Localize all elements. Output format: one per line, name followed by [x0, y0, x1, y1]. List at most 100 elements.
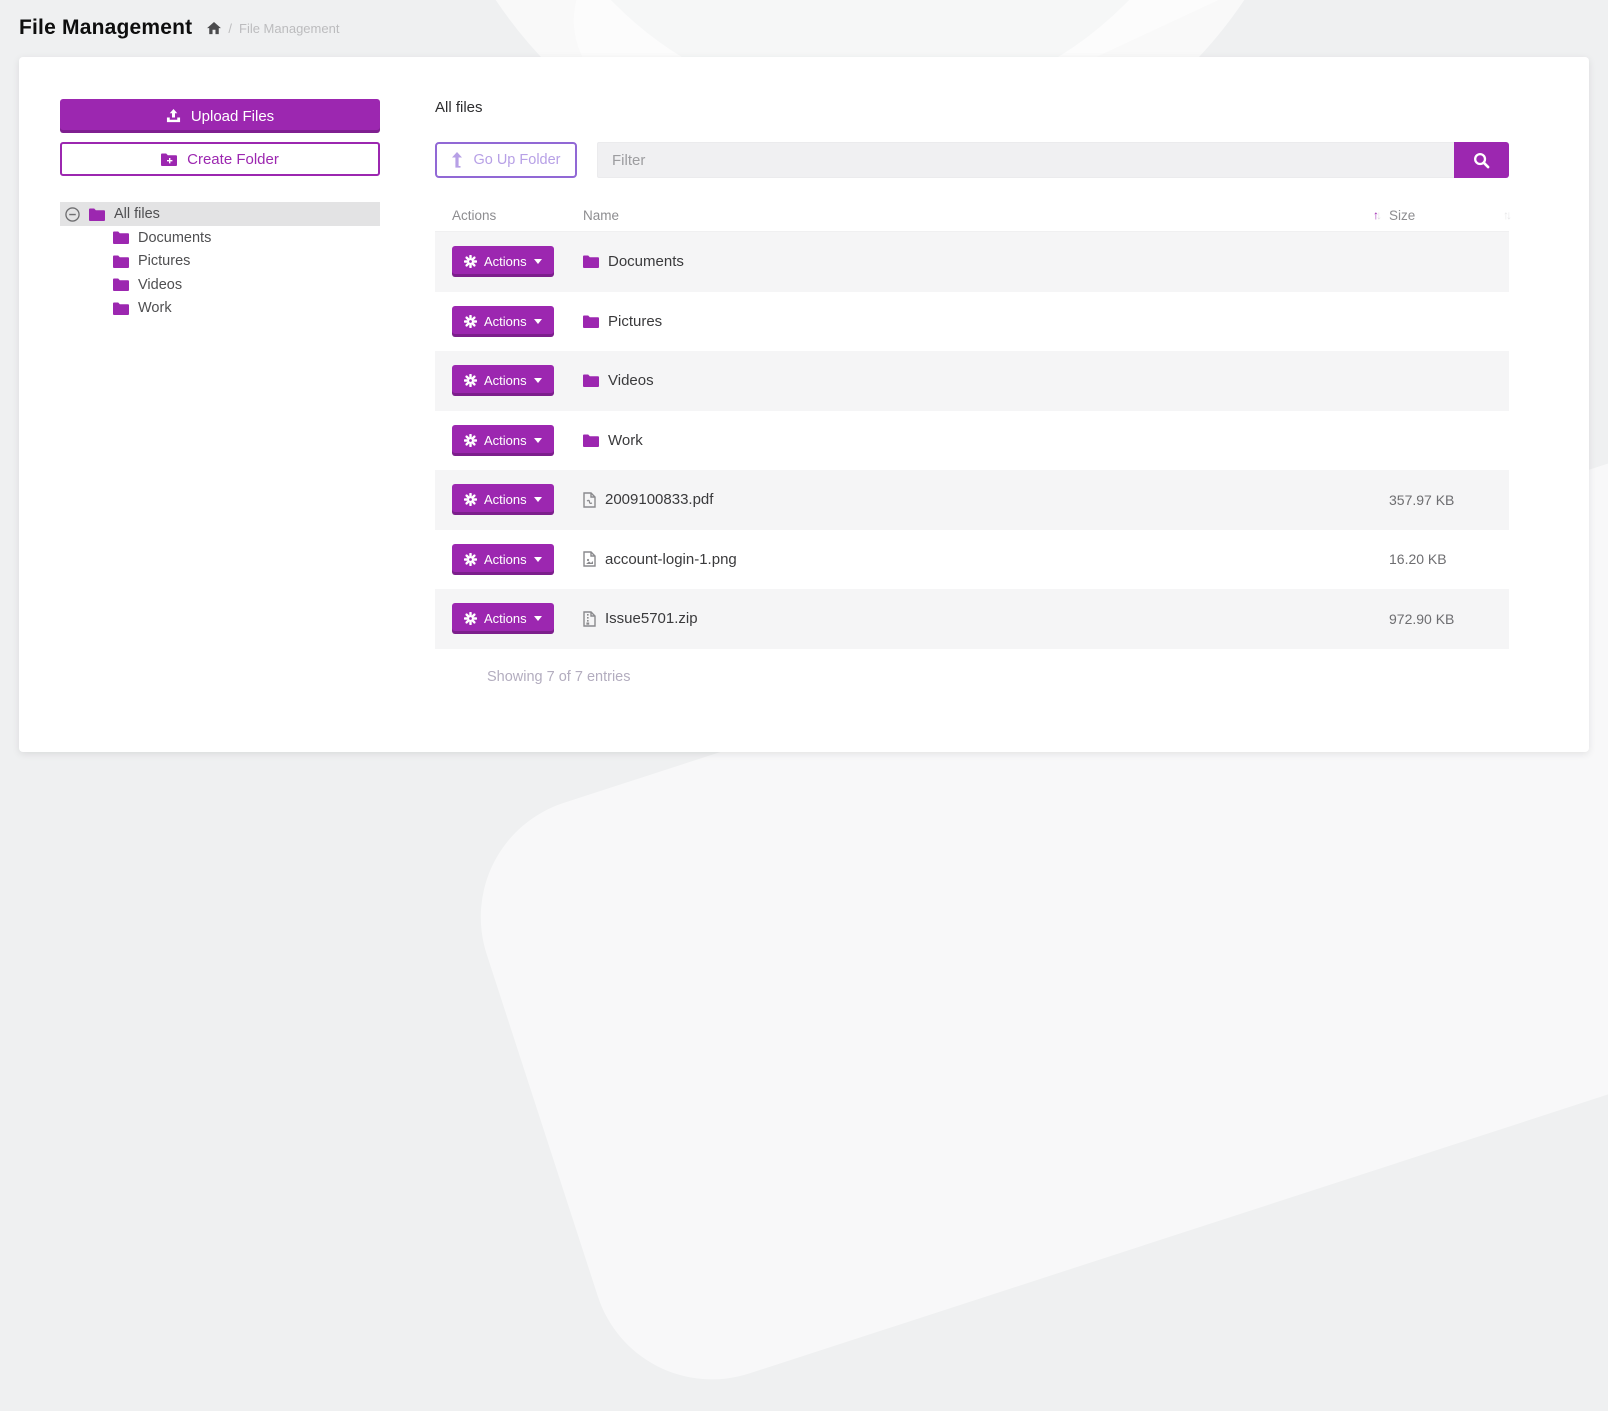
folder-icon — [113, 278, 129, 291]
row-actions-button[interactable]: Actions — [452, 246, 554, 277]
pdf-file-icon — [583, 492, 596, 508]
go-up-folder-label: Go Up Folder — [473, 152, 560, 168]
column-header-size[interactable]: Size ↑↓ — [1389, 208, 1509, 223]
actions-cell: Actions — [435, 544, 583, 575]
table-row: Actions account-login-1.png 16.20 KB — [435, 530, 1509, 590]
name-cell[interactable]: Work — [583, 432, 1389, 449]
tree-item-label: Pictures — [138, 253, 190, 269]
search-button[interactable] — [1454, 142, 1509, 178]
actions-cell: Actions — [435, 603, 583, 634]
row-actions-label: Actions — [484, 314, 527, 329]
gear-icon — [464, 553, 477, 566]
actions-cell: Actions — [435, 246, 583, 277]
table-row: Actions 2009100833.pdf 357.97 KB — [435, 470, 1509, 530]
gear-icon — [464, 315, 477, 328]
column-header-name[interactable]: Name ↑↓ — [583, 208, 1389, 223]
row-actions-button[interactable]: Actions — [452, 365, 554, 396]
file-name: 2009100833.pdf — [605, 491, 713, 508]
tree-item-label: Work — [138, 300, 172, 316]
name-cell[interactable]: 2009100833.pdf — [583, 491, 1389, 508]
main-panel: All files Go Up Folder Actions — [435, 99, 1509, 752]
row-actions-button[interactable]: Actions — [452, 544, 554, 575]
entries-count: Showing 7 of 7 entries — [435, 669, 1509, 685]
column-header-size-label: Size — [1389, 208, 1415, 223]
name-cell[interactable]: Videos — [583, 372, 1389, 389]
caret-down-icon — [534, 259, 542, 264]
tree-item[interactable]: Videos — [60, 273, 380, 297]
actions-cell: Actions — [435, 365, 583, 396]
breadcrumb: / File Management — [207, 21, 339, 36]
row-actions-label: Actions — [484, 254, 527, 269]
upload-files-button[interactable]: Upload Files — [60, 99, 380, 133]
caret-down-icon — [534, 438, 542, 443]
breadcrumb-current: File Management — [239, 21, 339, 36]
go-up-folder-button[interactable]: Go Up Folder — [435, 142, 577, 178]
gear-icon — [464, 493, 477, 506]
tree-item-all-files[interactable]: All files — [60, 202, 380, 226]
gear-icon — [464, 434, 477, 447]
folder-icon — [113, 231, 129, 244]
file-name: Documents — [608, 253, 684, 270]
name-cell[interactable]: Documents — [583, 253, 1389, 270]
folder-icon — [583, 434, 599, 447]
sort-icon-name[interactable]: ↑↓ — [1373, 208, 1379, 222]
create-folder-label: Create Folder — [187, 151, 279, 168]
table-body: Actions Documents — [435, 232, 1509, 649]
sort-icon-size[interactable]: ↑↓ — [1503, 208, 1509, 222]
actions-cell: Actions — [435, 425, 583, 456]
table-row: Actions Work — [435, 411, 1509, 471]
name-cell[interactable]: account-login-1.png — [583, 551, 1389, 568]
name-cell[interactable]: Issue5701.zip — [583, 610, 1389, 627]
tree-item[interactable]: Work — [60, 297, 380, 321]
home-icon[interactable] — [207, 22, 221, 35]
folder-icon — [583, 255, 599, 268]
gear-icon — [464, 612, 477, 625]
row-actions-button[interactable]: Actions — [452, 306, 554, 337]
file-name: account-login-1.png — [605, 551, 737, 568]
tree-item-label: Videos — [138, 277, 182, 293]
table-row: Actions Documents — [435, 232, 1509, 292]
gear-icon — [464, 255, 477, 268]
current-folder-label: All files — [435, 99, 1509, 116]
folder-tree: All files Documents Pictures Videos Work — [60, 202, 380, 320]
filter-group — [597, 142, 1509, 178]
upload-icon — [166, 109, 181, 124]
size-cell: 357.97 KB — [1389, 492, 1509, 508]
actions-cell: Actions — [435, 484, 583, 515]
column-header-name-label: Name — [583, 208, 619, 223]
table-header: Actions Name ↑↓ Size ↑↓ — [435, 199, 1509, 232]
tree-item[interactable]: Documents — [60, 226, 380, 250]
upload-files-label: Upload Files — [191, 108, 274, 125]
file-name: Pictures — [608, 313, 662, 330]
content-card: Upload Files Create Folder All files Do — [19, 57, 1589, 752]
create-folder-button[interactable]: Create Folder — [60, 142, 380, 176]
folder-icon — [113, 302, 129, 315]
caret-down-icon — [534, 378, 542, 383]
row-actions-label: Actions — [484, 552, 527, 567]
file-name: Issue5701.zip — [605, 610, 698, 627]
tree-children: Documents Pictures Videos Work — [60, 226, 380, 320]
tree-item-label: Documents — [138, 230, 211, 246]
row-actions-label: Actions — [484, 492, 527, 507]
minus-circle-icon[interactable] — [65, 207, 80, 222]
arrow-up-icon — [451, 152, 463, 168]
row-actions-button[interactable]: Actions — [452, 484, 554, 515]
row-actions-button[interactable]: Actions — [452, 603, 554, 634]
size-cell: 16.20 KB — [1389, 551, 1509, 567]
row-actions-button[interactable]: Actions — [452, 425, 554, 456]
sidebar: Upload Files Create Folder All files Do — [60, 99, 380, 752]
name-cell[interactable]: Pictures — [583, 313, 1389, 330]
breadcrumb-separator: / — [228, 21, 232, 36]
page-header: File Management / File Management — [19, 16, 339, 40]
folder-icon — [583, 315, 599, 328]
filter-input[interactable] — [597, 142, 1454, 178]
folder-icon — [583, 374, 599, 387]
controls-row: Go Up Folder — [435, 142, 1509, 178]
folder-icon — [113, 255, 129, 268]
size-cell: 972.90 KB — [1389, 611, 1509, 627]
row-actions-label: Actions — [484, 433, 527, 448]
file-name: Work — [608, 432, 643, 449]
column-header-actions: Actions — [435, 208, 583, 223]
caret-down-icon — [534, 319, 542, 324]
tree-item[interactable]: Pictures — [60, 250, 380, 274]
